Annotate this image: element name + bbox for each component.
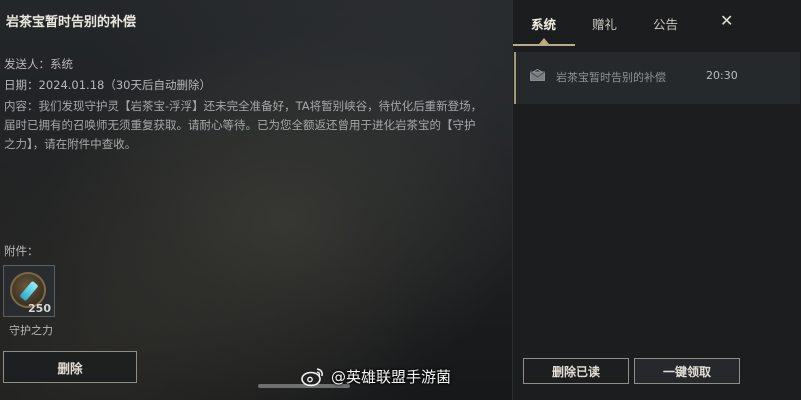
mail-date: 日期：2024.01.18（30天后自动删除）	[4, 78, 211, 92]
envelope-icon	[530, 69, 545, 81]
mail-detail-pane: 岩茶宝暂时告别的补偿 发送人：系统 日期：2024.01.18（30天后自动删除…	[0, 0, 512, 400]
claim-all-button[interactable]: 一键领取	[634, 358, 740, 384]
mail-content: 内容：我们发现守护灵【岩茶宝-浮浮】还未完全准备好，TA将暂别峡谷，待优化后重新…	[4, 99, 483, 151]
attachment-item[interactable]: 250	[3, 265, 55, 317]
mail-list-item[interactable]: 岩茶宝暂时告别的补偿 20:30	[514, 52, 800, 104]
attachment-count: 250	[28, 302, 51, 315]
delete-mail-button[interactable]: 删除	[3, 351, 137, 383]
watermark: @英雄联盟手游菌	[301, 366, 451, 387]
tab-system[interactable]: 系统	[531, 14, 556, 33]
mail-tabs: 系统 赠礼 公告 ✕	[513, 0, 801, 46]
weibo-icon	[301, 367, 323, 386]
watermark-text: @英雄联盟手游菌	[331, 368, 452, 386]
close-icon[interactable]: ✕	[720, 11, 733, 30]
mail-list-item-title: 岩茶宝暂时告别的补偿	[556, 71, 666, 84]
mail-title: 岩茶宝暂时告别的补偿	[6, 15, 137, 30]
mail-sender: 发送人：系统	[4, 57, 73, 71]
mail-screen: 岩茶宝暂时告别的补偿 发送人：系统 日期：2024.01.18（30天后自动删除…	[0, 0, 801, 400]
mail-list-item-time: 20:30	[706, 69, 738, 82]
active-tab-underline	[513, 44, 575, 46]
delete-read-button[interactable]: 删除已读	[523, 358, 629, 384]
tab-gift[interactable]: 赠礼	[592, 14, 617, 33]
mail-list-panel: 系统 赠礼 公告 ✕ 岩茶宝暂时告别的补偿 20:30 删除已读 一键领取	[512, 0, 801, 400]
attachment-name: 守护之力	[9, 324, 53, 337]
attachments-label: 附件：	[4, 244, 39, 258]
tab-notice[interactable]: 公告	[653, 14, 678, 33]
guardian-power-gem	[19, 280, 39, 302]
